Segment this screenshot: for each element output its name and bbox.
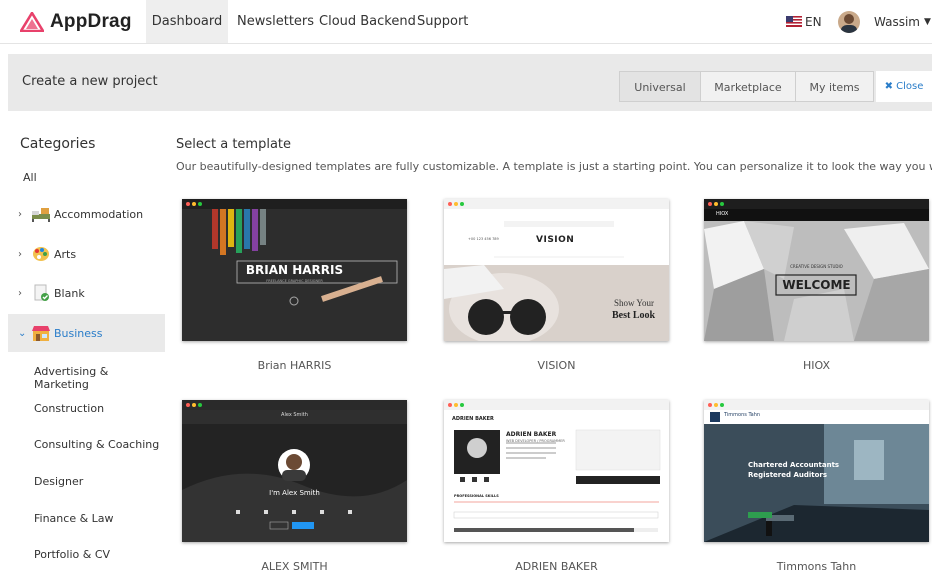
template-preview	[704, 209, 929, 341]
nav-newsletters[interactable]: Newsletters	[237, 0, 314, 43]
template-name: ADRIEN BAKER	[515, 560, 598, 573]
template-preview	[444, 209, 669, 341]
nav-support[interactable]: Support	[417, 0, 468, 43]
preview-section: PROFESSIONAL SKILLS	[454, 494, 499, 498]
page-title: Create a new project	[22, 74, 158, 89]
category-blank[interactable]: › Blank	[8, 274, 165, 312]
user-menu[interactable]: Wassim ▼	[838, 0, 931, 43]
close-icon: ✖	[884, 81, 893, 92]
tab-my-items[interactable]: My items	[795, 71, 874, 102]
category-label: Arts	[54, 247, 77, 261]
preview-subheading: FREELANCE GRAPHIC DESIGNER	[266, 279, 323, 283]
shop-icon	[32, 326, 50, 341]
categories-heading: Categories	[20, 136, 96, 152]
template-card-hiox[interactable]: HIOX WELCOME CREATIVE DESIGN STUDIO	[704, 199, 929, 341]
tab-marketplace[interactable]: Marketplace	[700, 71, 796, 102]
preview-heading: ADRIEN BAKER	[506, 431, 557, 438]
browser-bar	[182, 400, 407, 410]
blank-page-icon	[34, 284, 49, 301]
subcategory-finance-law[interactable]: Finance & Law	[34, 512, 114, 525]
browser-bar	[444, 400, 669, 410]
preview-heading: Chartered Accountants	[748, 461, 840, 469]
section-description: Our beautifully-designed templates are f…	[176, 160, 932, 173]
preview-heading: WELCOME	[782, 278, 851, 292]
appdrag-logo-icon	[20, 12, 44, 32]
nav-cloud-backend[interactable]: Cloud Backend	[319, 0, 416, 43]
palette-icon	[33, 247, 49, 261]
language-code: EN	[805, 14, 822, 29]
preview-heading: I'm Alex Smith	[269, 489, 320, 497]
caret-down-icon: ▼	[923, 16, 931, 27]
preview-subheading: CREATIVE DESIGN STUDIO	[790, 264, 843, 269]
brand-logo[interactable]: AppDrag	[20, 9, 132, 35]
category-arts[interactable]: › Arts	[8, 235, 165, 273]
nav-dashboard[interactable]: Dashboard	[146, 0, 228, 43]
user-name: Wassim	[874, 14, 920, 29]
avatar	[838, 10, 860, 33]
preview-brand: ADRIEN BAKER	[452, 416, 494, 422]
subcategory-construction[interactable]: Construction	[34, 402, 104, 415]
preview-subheading: Registered Auditors	[748, 471, 828, 479]
preview-subheading: Show Your	[614, 298, 655, 308]
template-name: VISION	[537, 359, 576, 372]
category-all[interactable]: All	[23, 171, 37, 184]
category-accommodation[interactable]: › Accommodation	[8, 195, 165, 233]
tab-universal[interactable]: Universal	[619, 71, 701, 102]
browser-bar	[182, 199, 407, 209]
category-label: Accommodation	[54, 207, 144, 221]
template-name: ALEX SMITH	[261, 560, 328, 573]
template-name: HIOX	[802, 359, 830, 372]
preview-subheading: WEB DEVELOPER / PROGRAMMER	[506, 439, 565, 443]
template-name: Brian HARRIS	[257, 359, 332, 372]
chevron-right-icon: ›	[18, 287, 22, 299]
template-card-alex-smith[interactable]: Alex Smith I'm Alex Smith	[182, 400, 407, 542]
subcategory-advertising[interactable]: Advertising & Marketing	[34, 365, 165, 391]
preview-brand: Timmons Tahn	[724, 412, 761, 418]
browser-bar	[444, 199, 669, 209]
section-title: Select a template	[176, 137, 292, 152]
preview-brand: HIOX	[716, 211, 729, 217]
template-card-adrien-baker[interactable]: ADRIEN BAKER ADRIEN BAKER WEB DEVELOPER …	[444, 400, 669, 542]
preview-heading: BRIAN HARRIS	[245, 263, 344, 277]
project-header: Create a new project Universal Marketpla…	[8, 54, 932, 111]
category-business[interactable]: ⌄ Business	[8, 314, 165, 352]
preview-phone: +00 123 456 789	[468, 237, 499, 241]
top-navbar: AppDrag Dashboard Newsletters Cloud Back…	[0, 0, 932, 44]
us-flag-icon	[786, 16, 802, 27]
category-label: Business	[54, 326, 103, 340]
browser-bar	[704, 400, 929, 410]
chevron-right-icon: ›	[18, 248, 22, 260]
template-card-timmons-tahn[interactable]: Timmons Tahn Chartered Accountants Regis…	[704, 400, 929, 542]
subcategory-designer[interactable]: Designer	[34, 475, 83, 488]
preview-subheading-2: Best Look	[612, 310, 656, 321]
close-label: Close	[896, 81, 924, 92]
category-label: Blank	[54, 286, 85, 300]
brand-name: AppDrag	[50, 11, 132, 32]
chevron-right-icon: ›	[18, 208, 22, 220]
bed-icon	[32, 208, 50, 222]
template-preview	[444, 410, 669, 542]
preview-brand: Alex Smith	[281, 412, 308, 418]
template-name: Timmons Tahn	[776, 560, 857, 573]
template-card-vision[interactable]: VISION +00 123 456 789 Show Your Best Lo…	[444, 199, 669, 341]
template-card-brian-harris[interactable]: BRIAN HARRIS FREELANCE GRAPHIC DESIGNER	[182, 199, 407, 341]
browser-bar	[704, 199, 929, 209]
language-selector[interactable]: EN	[786, 0, 822, 43]
template-preview	[182, 410, 407, 542]
close-button[interactable]: ✖ Close	[876, 71, 932, 102]
subcategory-portfolio[interactable]: Portfolio & CV	[34, 548, 110, 561]
subcategory-consulting[interactable]: Consulting & Coaching	[34, 438, 159, 451]
chevron-down-icon: ⌄	[18, 327, 27, 339]
preview-heading: VISION	[536, 235, 575, 245]
